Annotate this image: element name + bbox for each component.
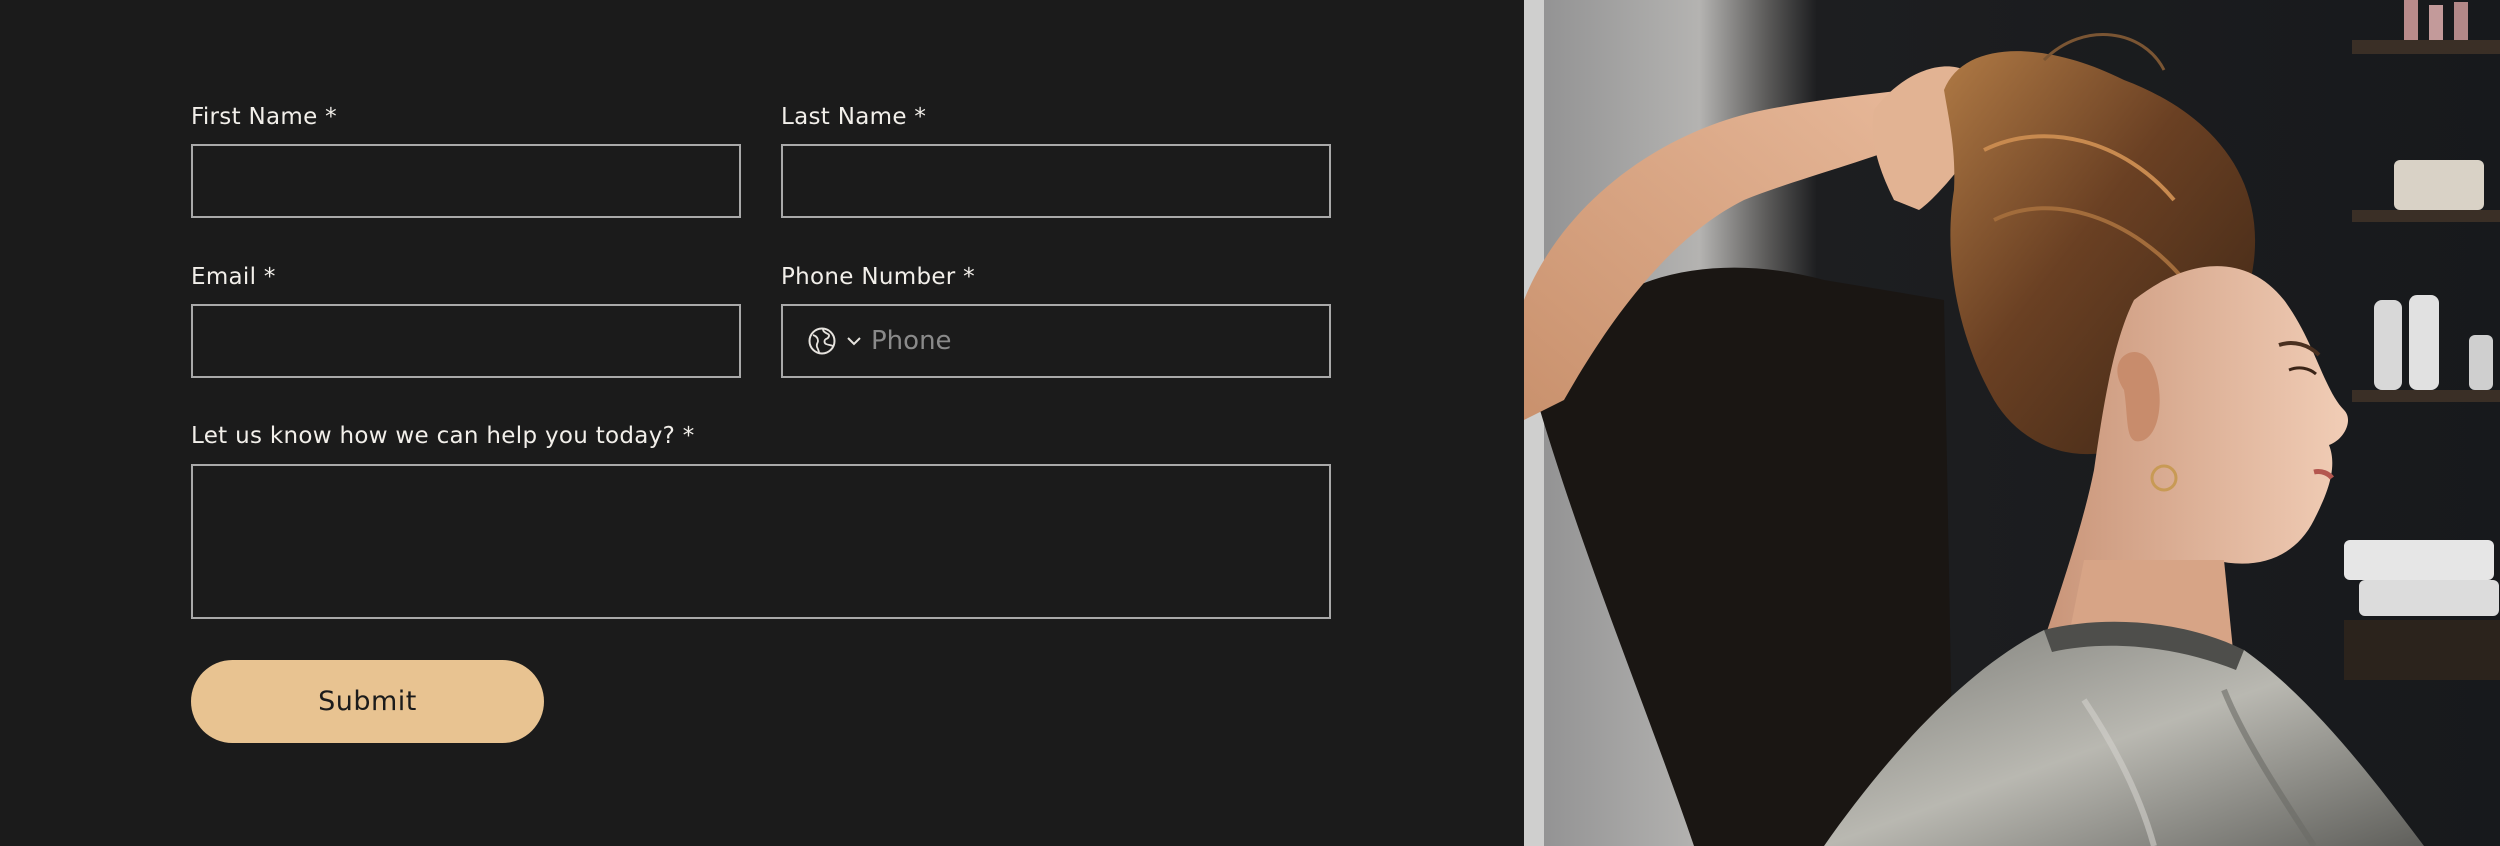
last-name-input[interactable] xyxy=(783,146,1329,216)
email-input-box[interactable] xyxy=(191,304,741,378)
email-field: Email * xyxy=(191,262,276,292)
email-label: Email * xyxy=(191,264,276,290)
message-textarea-box[interactable] xyxy=(191,464,1331,619)
chevron-down-icon xyxy=(847,337,861,346)
globe-icon xyxy=(808,327,836,355)
last-name-field: Last Name * xyxy=(781,102,926,132)
message-label: Let us know how we can help you today? * xyxy=(191,423,695,449)
message-field: Let us know how we can help you today? * xyxy=(191,421,695,451)
first-name-label: First Name * xyxy=(191,104,337,130)
last-name-input-box[interactable] xyxy=(781,144,1331,218)
country-code-selector[interactable] xyxy=(807,326,865,356)
salon-photo-illustration xyxy=(1524,0,2500,846)
submit-button[interactable]: Submit xyxy=(191,660,544,743)
contact-form: First Name * Last Name * Email * Phone N… xyxy=(0,0,1524,846)
phone-input-box[interactable] xyxy=(781,304,1331,378)
salon-photo xyxy=(1524,0,2500,846)
phone-input[interactable] xyxy=(865,306,1329,376)
message-textarea[interactable] xyxy=(193,466,1329,617)
last-name-label: Last Name * xyxy=(781,104,927,130)
phone-field: Phone Number * xyxy=(781,262,975,292)
first-name-input[interactable] xyxy=(193,146,739,216)
email-input[interactable] xyxy=(193,306,739,376)
first-name-field: First Name * xyxy=(191,102,337,132)
first-name-input-box[interactable] xyxy=(191,144,741,218)
phone-label: Phone Number * xyxy=(781,264,975,290)
